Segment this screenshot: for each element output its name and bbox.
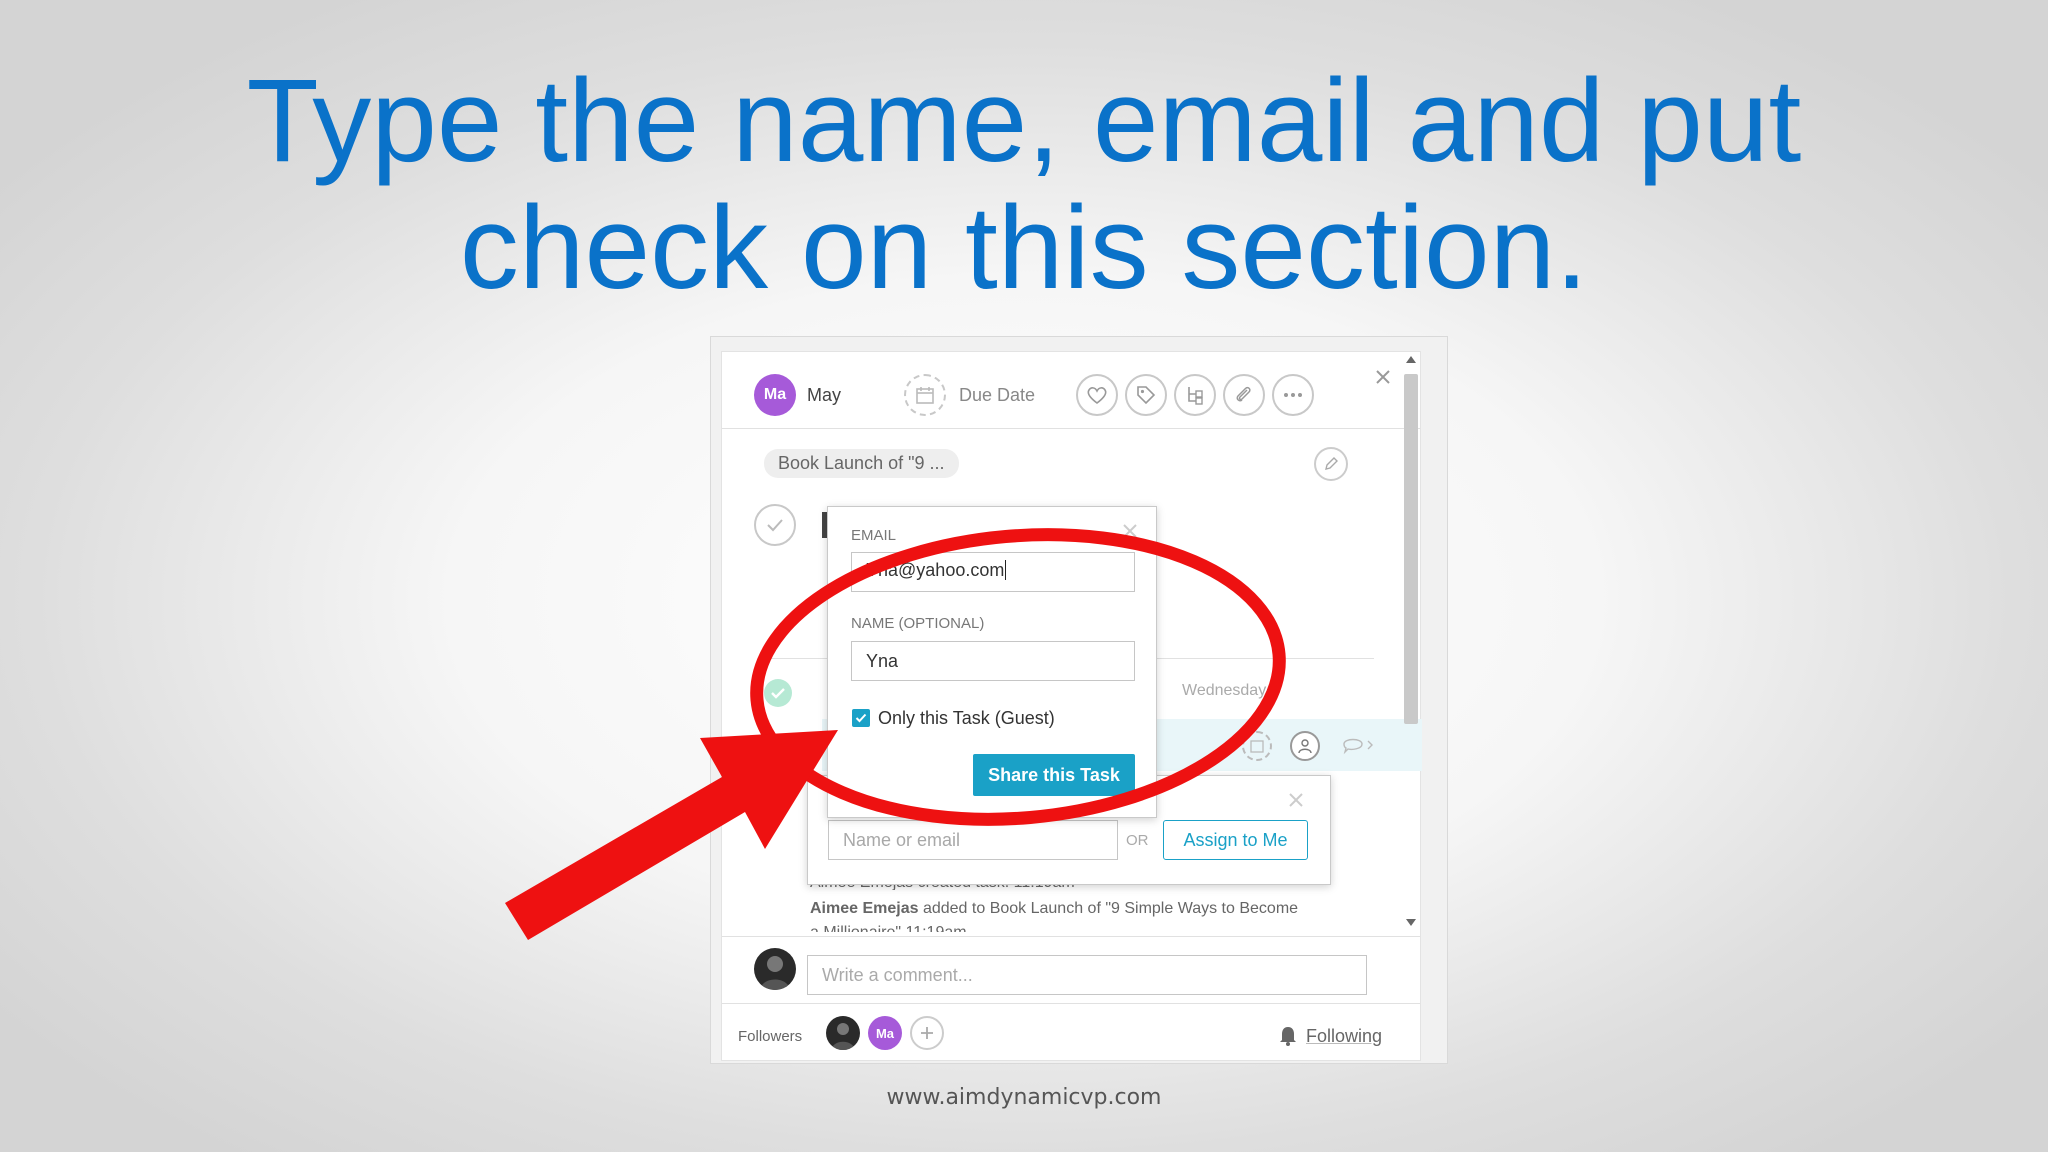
subtask-assignee-person-icon[interactable] [1290, 731, 1320, 761]
follower-avatar-ma[interactable]: Ma [868, 1016, 902, 1050]
comment-divider [722, 936, 1420, 937]
following-toggle[interactable]: Following [1306, 1026, 1382, 1047]
tag-icon[interactable] [1125, 374, 1167, 416]
comment-placeholder: Write a comment... [822, 964, 973, 985]
name-field[interactable]: Yna [851, 641, 1135, 681]
subtask-comment-icon[interactable] [1342, 735, 1376, 760]
add-follower-plus-icon[interactable] [910, 1016, 944, 1050]
follower-avatar[interactable] [826, 1016, 860, 1050]
close-share-popup-icon[interactable] [1122, 523, 1138, 544]
assignee-name[interactable]: May [807, 385, 841, 406]
assignee-input-placeholder: Name or email [843, 829, 961, 850]
close-panel-icon[interactable] [1374, 368, 1392, 391]
scrollbar[interactable] [1404, 356, 1420, 926]
assign-to-me-label: Assign to Me [1183, 829, 1288, 850]
guest-checkbox[interactable] [852, 709, 870, 727]
activity-day-label: Wednesday [1182, 682, 1267, 699]
completed-check-icon [764, 679, 792, 707]
bell-icon [1278, 1024, 1298, 1051]
email-value: Yna@yahoo.com [866, 560, 1005, 580]
activity-added-continued-text: a Millionaire" 11:19am [810, 924, 967, 932]
slide-title-line-2: check on this section. [459, 182, 1589, 314]
email-label: EMAIL [851, 527, 897, 544]
followers-divider [722, 1003, 1420, 1004]
footer-url: www.aimdynamicvp.com [886, 1085, 1162, 1110]
close-assign-popup-icon[interactable] [1288, 792, 1304, 813]
slide-title: Type the name, email and put check on th… [0, 58, 2048, 312]
current-user-avatar [754, 948, 796, 990]
assign-to-me-button[interactable]: Assign to Me [1163, 820, 1308, 860]
calendar-icon[interactable] [904, 374, 946, 416]
slide-title-line-1: Type the name, email and put [246, 55, 1802, 187]
mark-complete-check-icon[interactable] [754, 504, 796, 546]
share-this-task-button[interactable]: Share this Task [973, 754, 1135, 796]
edit-icon[interactable] [1314, 447, 1348, 481]
activity-added: Aimee Emejas added to Book Launch of "9 … [810, 900, 1298, 918]
activity-author: Aimee Emejas [810, 900, 919, 917]
subtask-icon[interactable] [1174, 374, 1216, 416]
share-this-task-label: Share this Task [988, 764, 1120, 785]
more-icon[interactable] [1272, 374, 1314, 416]
name-label: NAME (OPTIONAL) [851, 615, 985, 632]
scroll-up-arrow-icon[interactable] [1406, 356, 1416, 363]
due-date-label[interactable]: Due Date [959, 385, 1035, 406]
text-cursor [1005, 560, 1007, 580]
activity-added-text: added to Book Launch of "9 Simple Ways t… [918, 900, 1299, 917]
activity-added-continued: a Millionaire" 11:19am [810, 924, 1110, 932]
subtask-due-calendar-icon[interactable] [1242, 731, 1272, 761]
share-popup: EMAIL Yna@yahoo.com NAME (OPTIONAL) Yna … [827, 506, 1157, 818]
heart-icon[interactable] [1076, 374, 1118, 416]
assignee-initials: Ma [763, 386, 787, 403]
email-field[interactable]: Yna@yahoo.com [851, 552, 1135, 592]
header-divider [722, 428, 1420, 429]
project-chip[interactable]: Book Launch of "9 ... [764, 449, 959, 478]
follower-initials: Ma [875, 1025, 895, 1041]
guest-checkbox-label[interactable]: Only this Task (Guest) [878, 708, 1055, 729]
assignee-input[interactable]: Name or email [828, 820, 1118, 860]
scroll-down-arrow-icon[interactable] [1406, 919, 1416, 926]
name-value: Yna [866, 650, 899, 671]
assignee-avatar[interactable]: Ma [754, 374, 796, 416]
scrollbar-thumb[interactable] [1404, 374, 1418, 724]
comment-input[interactable]: Write a comment... [807, 955, 1367, 995]
or-label: OR [1126, 832, 1149, 849]
paperclip-icon[interactable] [1223, 374, 1265, 416]
followers-label: Followers [738, 1028, 803, 1045]
